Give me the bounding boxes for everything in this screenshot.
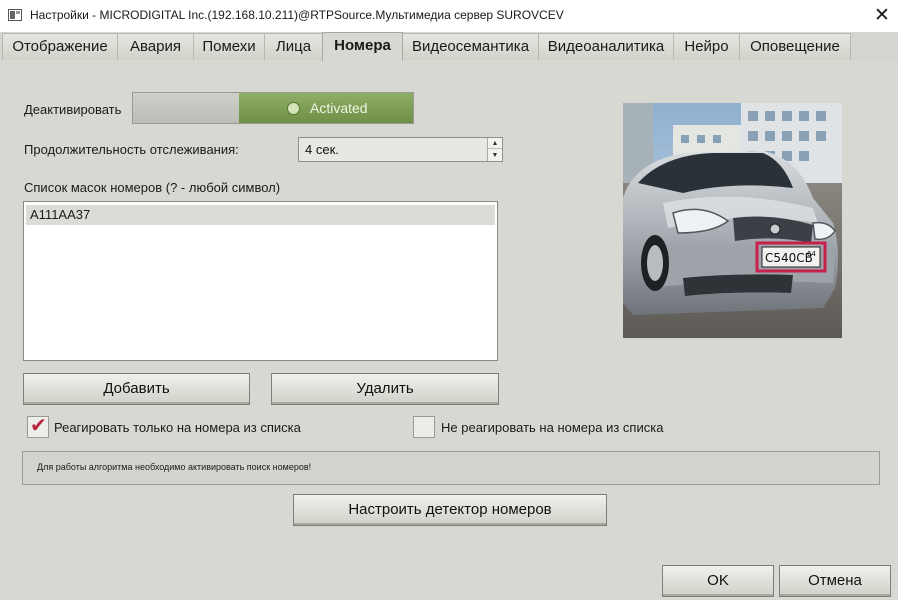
tab-plates[interactable]: Номера	[322, 32, 403, 61]
add-button[interactable]: Добавить	[23, 373, 250, 405]
tracking-duration-label: Продолжительность отслеживания:	[24, 142, 239, 157]
plate-masks-list[interactable]: А111АА37	[23, 201, 498, 361]
window-title: Настройки - MICRODIGITAL Inc.(192.168.10…	[30, 8, 564, 22]
cancel-button[interactable]: Отмена	[779, 565, 891, 597]
app-icon	[8, 9, 22, 21]
title-bar: Настройки - MICRODIGITAL Inc.(192.168.10…	[0, 0, 905, 32]
close-icon[interactable]: ✕	[859, 0, 905, 32]
car-photo-illustration: C540CB 64	[623, 103, 842, 338]
masks-list-label: Список масок номеров (? - любой символ)	[24, 180, 281, 195]
checkmark-icon: ✔	[30, 415, 47, 437]
tracking-duration-input[interactable]	[299, 138, 485, 161]
ok-button[interactable]: OK	[662, 565, 774, 597]
list-item[interactable]: А111АА37	[26, 205, 495, 225]
window-right-border	[898, 32, 905, 602]
tab-video-semantics[interactable]: Видеосемантика	[402, 33, 539, 60]
info-message: Для работы алгоритма необходимо активиро…	[37, 462, 312, 472]
toggle-on-side: Activated	[239, 93, 413, 123]
not-from-list-checkbox[interactable]	[413, 416, 435, 438]
toggle-state-label: Activated	[310, 100, 368, 116]
tab-interference[interactable]: Помехи	[193, 33, 265, 60]
toggle-off-side	[133, 93, 239, 123]
tracking-duration-spinbox: ▲ ▼	[298, 137, 503, 162]
delete-button[interactable]: Удалить	[271, 373, 499, 405]
configure-detector-button[interactable]: Настроить детектор номеров	[293, 494, 607, 526]
spin-down-icon[interactable]: ▼	[488, 150, 502, 161]
spin-arrows: ▲ ▼	[487, 138, 502, 161]
tab-bar: Отображение Авария Помехи Лица Номера Ви…	[0, 32, 905, 61]
not-from-list-label: Не реагировать на номера из списка	[441, 420, 664, 435]
deactivate-label: Деактивировать	[24, 102, 122, 117]
info-message-bar: Для работы алгоритма необходимо активиро…	[22, 451, 880, 485]
plate-preview-image: C540CB 64	[623, 103, 842, 338]
tab-neuro[interactable]: Нейро	[673, 33, 740, 60]
status-led-icon	[287, 102, 300, 115]
only-from-list-label: Реагировать только на номера из списка	[54, 420, 301, 435]
spin-up-icon[interactable]: ▲	[488, 138, 502, 149]
plates-settings-panel: Деактивировать Activated Продолжительнос…	[0, 60, 898, 600]
only-from-list-checkbox[interactable]: ✔	[27, 415, 49, 438]
plate-region-text: 64	[807, 250, 816, 258]
tab-alarm[interactable]: Авария	[117, 33, 194, 60]
tab-video-analytics[interactable]: Видеоаналитика	[538, 33, 674, 60]
plate-number-text: C540CB	[765, 251, 813, 265]
tab-faces[interactable]: Лица	[264, 33, 323, 60]
tab-display[interactable]: Отображение	[2, 33, 118, 60]
activation-toggle[interactable]: Activated	[132, 92, 414, 124]
tab-notification[interactable]: Оповещение	[739, 33, 851, 60]
